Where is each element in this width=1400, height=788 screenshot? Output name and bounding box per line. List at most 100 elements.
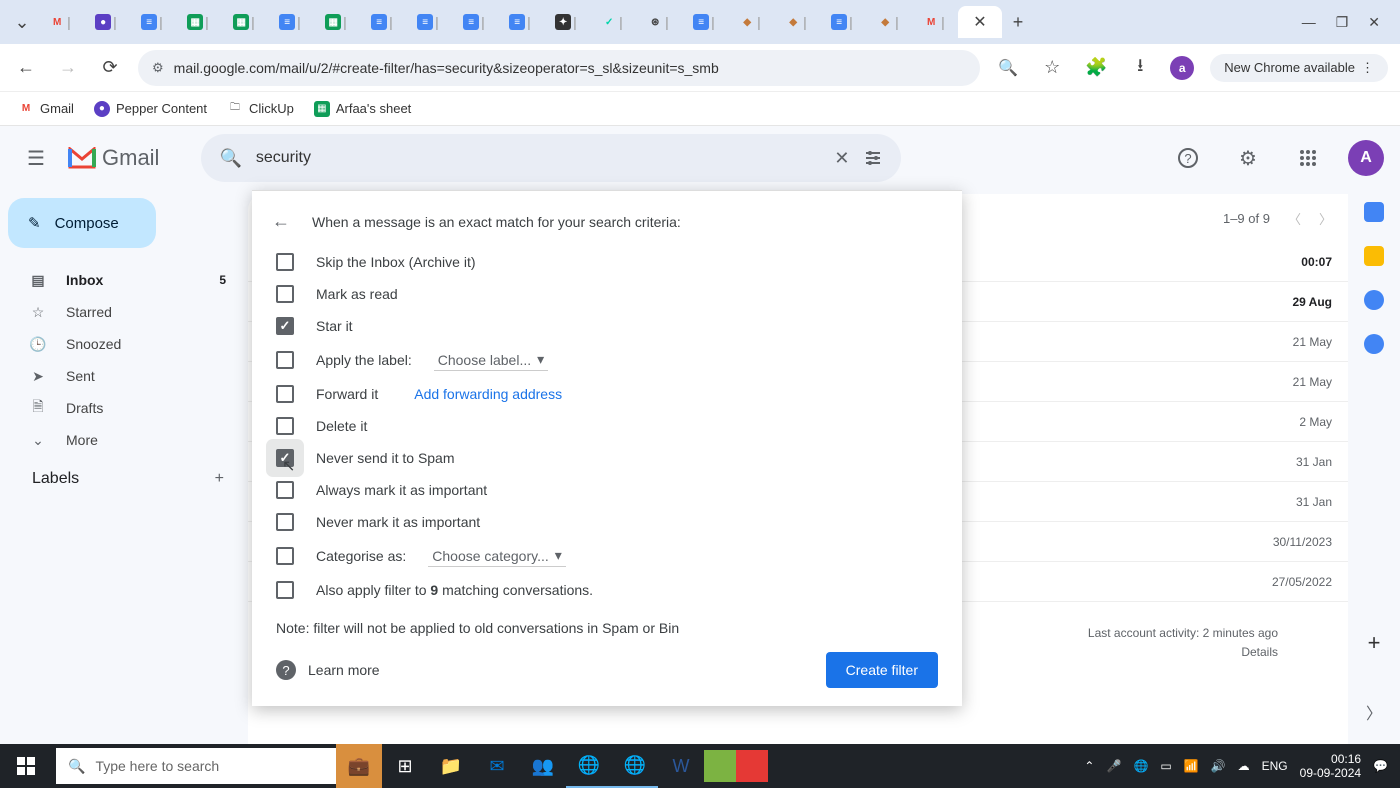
site-info-icon[interactable]: ⚙ [152, 60, 164, 76]
tab-16[interactable]: ◆| [728, 6, 772, 38]
start-button[interactable] [0, 744, 52, 788]
reload-button[interactable]: ⟳ [96, 54, 124, 82]
prev-page-icon[interactable]: 〈 [1288, 209, 1301, 228]
taskbar-outlook[interactable]: ✉ [474, 744, 520, 788]
add-label-icon[interactable]: + [215, 470, 224, 488]
new-chrome-button[interactable]: New Chrome available ⋮ [1210, 54, 1388, 82]
taskbar-explorer[interactable]: 📁 [428, 744, 474, 788]
tab-gmail[interactable]: M| [38, 6, 82, 38]
add-forwarding-link[interactable]: Add forwarding address [414, 386, 562, 402]
settings-icon[interactable]: ⚙ [1228, 138, 1268, 178]
sidebar-item-starred[interactable]: ☆Starred [8, 296, 240, 328]
taskbar-teams[interactable]: 👥 [520, 744, 566, 788]
bookmark-gmail[interactable]: MGmail [18, 101, 74, 117]
tab-4[interactable]: ▦| [176, 6, 220, 38]
choose-category-dropdown[interactable]: Choose category...▾ [428, 545, 566, 567]
profile-avatar[interactable]: a [1170, 56, 1194, 80]
calendar-icon[interactable] [1364, 202, 1384, 222]
tab-19[interactable]: ◆| [866, 6, 910, 38]
checkbox-categorise[interactable] [276, 547, 294, 565]
main-menu-icon[interactable]: ☰ [16, 138, 56, 178]
tray-onedrive-icon[interactable]: ☁ [1238, 759, 1250, 773]
taskbar-search[interactable]: 🔍 Type here to search [56, 748, 336, 784]
checkbox-delete[interactable] [276, 417, 294, 435]
tab-12[interactable]: ✦| [544, 6, 588, 38]
address-bar[interactable]: ⚙ mail.google.com/mail/u/2/#create-filte… [138, 50, 980, 86]
account-avatar[interactable]: A [1348, 140, 1384, 176]
keep-icon[interactable] [1364, 246, 1384, 266]
taskbar-task-view[interactable]: ⊞ [382, 744, 428, 788]
clear-search-icon[interactable]: ✕ [834, 148, 849, 169]
tasks-icon[interactable] [1364, 290, 1384, 310]
close-window-icon[interactable]: ✕ [1368, 14, 1380, 31]
gmail-logo[interactable]: Gmail [68, 145, 159, 171]
taskbar-chrome-2[interactable]: 🌐 [612, 744, 658, 788]
support-icon[interactable]: ? [1168, 138, 1208, 178]
tray-chevron-icon[interactable]: ⌃ [1084, 759, 1094, 773]
tray-wifi-icon[interactable]: 📶 [1184, 759, 1199, 773]
tray-globe-icon[interactable]: 🌐 [1133, 759, 1148, 773]
sidebar-item-inbox[interactable]: ▤Inbox5 [8, 264, 240, 296]
search-icon[interactable]: 🔍 [219, 148, 241, 169]
learn-more-link[interactable]: ?Learn more [276, 660, 380, 680]
extensions-icon[interactable]: 🧩 [1082, 54, 1110, 82]
apps-grid-icon[interactable] [1288, 138, 1328, 178]
tab-18[interactable]: ≡| [820, 6, 864, 38]
taskbar-word[interactable]: W [658, 744, 704, 788]
tab-active[interactable]: ✕ [958, 6, 1002, 38]
next-page-icon[interactable]: 〉 [1319, 209, 1332, 228]
sidebar-item-snoozed[interactable]: 🕒Snoozed [8, 328, 240, 360]
maximize-icon[interactable]: ❐ [1336, 14, 1349, 31]
tab-6[interactable]: ≡| [268, 6, 312, 38]
tray-language[interactable]: ENG [1262, 759, 1288, 773]
checkbox-mark-read[interactable] [276, 285, 294, 303]
checkbox-skip-inbox[interactable] [276, 253, 294, 271]
taskbar-app-briefcase[interactable]: 💼 [336, 744, 382, 788]
checkbox-never-important[interactable] [276, 513, 294, 531]
tab-17[interactable]: ◆| [774, 6, 818, 38]
taskbar-app-green[interactable] [704, 750, 736, 782]
tray-volume-icon[interactable]: 🔊 [1211, 759, 1226, 773]
search-options-icon[interactable] [863, 148, 883, 168]
close-tab-icon[interactable]: ✕ [973, 12, 986, 32]
new-tab-button[interactable]: + [1004, 8, 1032, 36]
filter-back-icon[interactable]: ← [272, 211, 296, 232]
checkbox-never-spam[interactable] [276, 449, 294, 467]
checkbox-also-apply[interactable] [276, 581, 294, 599]
back-button[interactable]: ← [12, 54, 40, 82]
forward-button[interactable]: → [54, 54, 82, 82]
tab-13[interactable]: ✓| [590, 6, 634, 38]
tab-14[interactable]: ⊛| [636, 6, 680, 38]
sidebar-item-sent[interactable]: ➤Sent [8, 360, 240, 392]
tab-20[interactable]: M| [912, 6, 956, 38]
bookmark-pepper[interactable]: ●Pepper Content [94, 101, 207, 117]
tab-11[interactable]: ≡| [498, 6, 542, 38]
tray-mic-icon[interactable]: 🎤 [1106, 759, 1121, 773]
collapse-panel-icon[interactable]: 〉 [1366, 700, 1382, 724]
tray-notifications-icon[interactable]: 💬 [1373, 759, 1388, 773]
bookmark-clickup[interactable]: 🗀ClickUp [227, 101, 294, 117]
downloads-icon[interactable]: ⭳ [1126, 54, 1154, 82]
sidebar-item-more[interactable]: ⌄More [8, 424, 240, 456]
contacts-icon[interactable] [1364, 334, 1384, 354]
search-input[interactable] [256, 149, 820, 167]
bookmark-star-icon[interactable]: ☆ [1038, 54, 1066, 82]
tab-3[interactable]: ≡| [130, 6, 174, 38]
create-filter-button[interactable]: Create filter [826, 652, 938, 688]
checkbox-star-it[interactable] [276, 317, 294, 335]
tab-5[interactable]: ▦| [222, 6, 266, 38]
search-bar[interactable]: 🔍 ✕ [201, 134, 901, 182]
tab-10[interactable]: ≡| [452, 6, 496, 38]
tab-15[interactable]: ≡| [682, 6, 726, 38]
tray-clock[interactable]: 00:16 09-09-2024 [1300, 752, 1361, 781]
compose-button[interactable]: ✎ Compose [8, 198, 156, 248]
tab-9[interactable]: ≡| [406, 6, 450, 38]
bookmark-arfaa[interactable]: ▦Arfaa's sheet [314, 101, 411, 117]
tab-dropdown-icon[interactable]: ⌄ [8, 8, 36, 36]
tab-2[interactable]: ●| [84, 6, 128, 38]
checkbox-always-important[interactable] [276, 481, 294, 499]
taskbar-app-red[interactable] [736, 750, 768, 782]
tab-7[interactable]: ▦| [314, 6, 358, 38]
taskbar-chrome-1[interactable]: 🌐 [566, 744, 612, 788]
tab-8[interactable]: ≡| [360, 6, 404, 38]
